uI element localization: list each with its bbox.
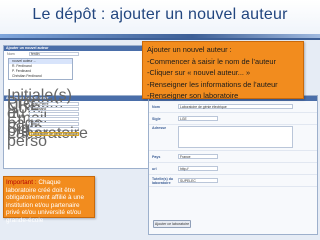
- lab-label: url: [152, 166, 157, 171]
- lab-row: Tutelle(s) du laboratoire SUPELEC: [149, 175, 317, 187]
- lab-name-field[interactable]: Laboratoire de génie électrique: [178, 104, 293, 109]
- lab-address-field[interactable]: [178, 126, 293, 148]
- search-row: Nom ferdin: [4, 51, 152, 56]
- laboratory-field[interactable]: Laboratoire de génie électrique: [29, 131, 79, 136]
- instructions-callout: Ajouter un nouvel auteur : -Commencer à …: [142, 41, 304, 100]
- lab-row: Sigle LGE: [149, 113, 317, 125]
- author-search-input[interactable]: ferdin: [29, 51, 79, 56]
- lab-label: Adresse: [152, 126, 167, 130]
- callout-line: -Renseigner les informations de l’auteur: [147, 79, 278, 89]
- lab-row: Nom Laboratoire de génie électrique: [149, 101, 317, 113]
- lab-label: Pays: [152, 154, 161, 159]
- lab-sigle-field[interactable]: LGE: [178, 116, 218, 121]
- author-form-screenshot: Ajouter un nouvel auteur Prénom Jean-Pie…: [3, 87, 151, 169]
- slide-header: Le dépôt : ajouter un nouvel auteur: [0, 0, 320, 40]
- callout-line: -Commencer à saisir le nom de l’auteur: [147, 56, 276, 66]
- header-ribbon: [0, 34, 320, 38]
- important-text: Chaque laboratoire créé doit être obliga…: [6, 179, 85, 224]
- search-label: Nom: [7, 51, 15, 56]
- lab-row: Pays France: [149, 151, 317, 163]
- callout-line: Ajouter un nouvel auteur :: [147, 45, 232, 54]
- lab-row: Adresse: [149, 125, 317, 151]
- author-suggestions: nouvel auteur ... R. Ferdinand P. Ferdin…: [8, 58, 73, 80]
- form-label: Laboratoire: [7, 125, 88, 143]
- form-row: Laboratoire Laboratoire de génie électri…: [4, 125, 150, 142]
- important-label: Important :: [6, 179, 37, 186]
- slide-title: Le dépôt : ajouter un nouvel auteur: [32, 6, 288, 23]
- callout-line: -Renseigner son laboratoire: [147, 91, 239, 100]
- lab-label: Sigle: [152, 116, 161, 121]
- lab-label: Tutelle(s) du laboratoire: [152, 176, 174, 185]
- important-note-callout: Important : Chaque laboratoire créé doit…: [3, 176, 95, 224]
- lab-row: url http://: [149, 163, 317, 175]
- lab-url-field[interactable]: http://: [178, 166, 218, 171]
- laboratory-form-screenshot: Ajouter un nouvel auteur Nom Laboratoire…: [148, 95, 318, 235]
- suggestion-item[interactable]: Christian Ferdinand: [9, 74, 72, 79]
- callout-line: -Cliquer sur « nouvel auteur... »: [147, 68, 251, 77]
- lab-country-select[interactable]: France: [178, 154, 218, 159]
- add-laboratory-button[interactable]: Ajouter ce laboratoire: [153, 220, 191, 228]
- lab-label: Nom: [152, 104, 160, 109]
- lab-tutelle-field[interactable]: SUPELEC: [178, 178, 218, 183]
